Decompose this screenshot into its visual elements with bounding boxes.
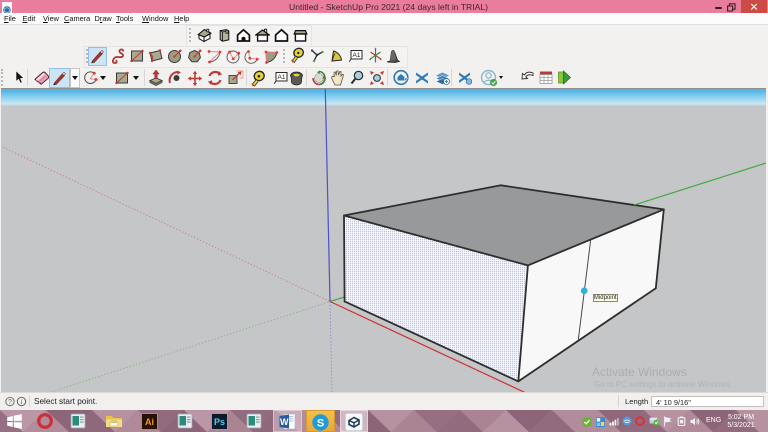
svg-text:A1: A1	[277, 74, 285, 81]
svg-text:?: ?	[8, 399, 12, 406]
svg-text:Ai: Ai	[145, 417, 154, 427]
svg-text:S: S	[316, 418, 323, 430]
svg-text:W: W	[280, 417, 289, 427]
svg-text:A1: A1	[353, 52, 361, 59]
svg-text:i: i	[21, 398, 23, 406]
svg-text:Ps: Ps	[214, 417, 225, 427]
